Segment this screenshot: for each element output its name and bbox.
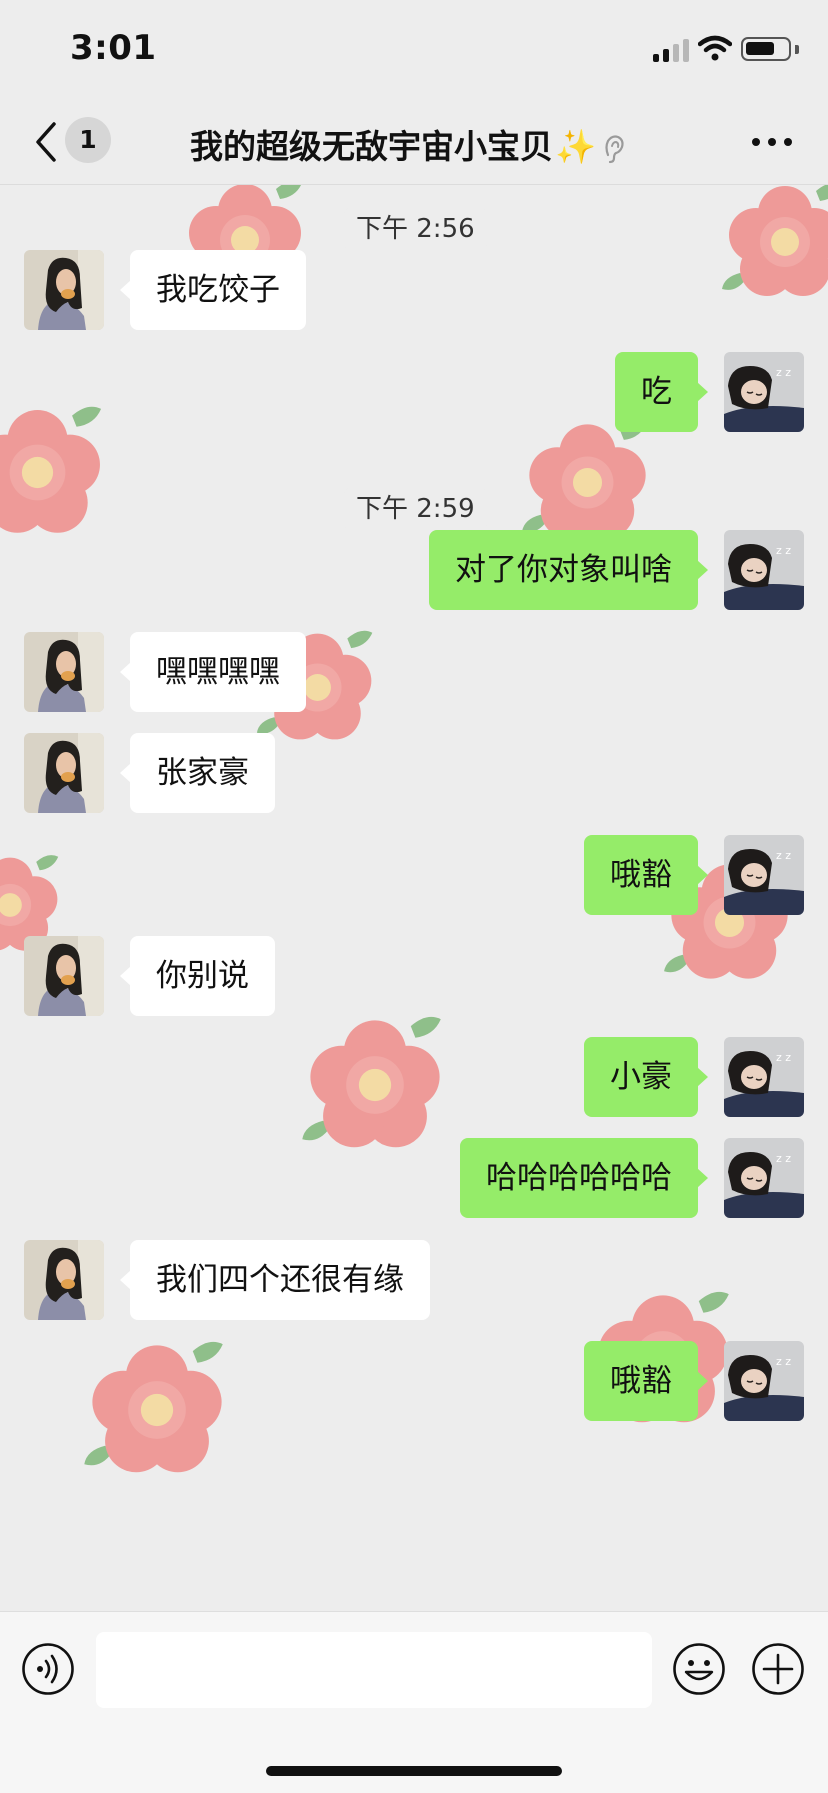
contact-avatar[interactable] bbox=[24, 250, 104, 330]
more-dots-icon[interactable] bbox=[750, 138, 794, 150]
message-bubble[interactable]: 哦豁 bbox=[584, 835, 708, 915]
voice-icon[interactable] bbox=[21, 1642, 75, 1696]
unread-count-badge: 1 bbox=[65, 117, 111, 163]
cellular-signal-icon bbox=[653, 38, 689, 62]
wifi-icon bbox=[698, 35, 732, 61]
outgoing-message: 对了你对象叫啥 bbox=[0, 530, 828, 610]
chat-title: 我的超级无敌宇宙小宝贝✨ bbox=[190, 120, 660, 168]
incoming-message: 我们四个还很有缘 bbox=[0, 1240, 828, 1320]
status-time: 3:01 bbox=[70, 28, 157, 68]
contact-avatar[interactable] bbox=[24, 936, 104, 1016]
battery-icon bbox=[741, 37, 791, 61]
outgoing-message: 哦豁 bbox=[0, 835, 828, 915]
nav-bar: 我的超级无敌宇宙小宝贝✨ bbox=[0, 100, 828, 185]
message-input[interactable] bbox=[96, 1632, 652, 1708]
ear-muted-icon bbox=[605, 134, 624, 163]
outgoing-message: 哈哈哈哈哈哈 bbox=[0, 1138, 828, 1218]
incoming-message: 我吃饺子 bbox=[0, 250, 828, 330]
message-bubble[interactable]: 张家豪 bbox=[120, 733, 275, 813]
plus-circle-icon[interactable] bbox=[751, 1642, 805, 1696]
message-bubble[interactable]: 我吃饺子 bbox=[120, 250, 306, 330]
message-bubble[interactable]: 对了你对象叫啥 bbox=[429, 530, 708, 610]
my-avatar[interactable] bbox=[724, 1037, 804, 1117]
input-bar bbox=[0, 1611, 828, 1793]
outgoing-message: 哦豁 bbox=[0, 1341, 828, 1421]
outgoing-message: 吃 bbox=[0, 352, 828, 432]
incoming-message: 张家豪 bbox=[0, 733, 828, 813]
contact-avatar[interactable] bbox=[24, 1240, 104, 1320]
home-indicator bbox=[266, 1766, 562, 1776]
timestamp-label: 下午 2:56 bbox=[344, 207, 487, 251]
message-bubble[interactable]: 你别说 bbox=[120, 936, 275, 1016]
timestamp-label: 下午 2:59 bbox=[344, 487, 487, 531]
my-avatar[interactable] bbox=[724, 835, 804, 915]
message-bubble[interactable]: 吃 bbox=[615, 352, 708, 432]
my-avatar[interactable] bbox=[724, 1341, 804, 1421]
incoming-message: 你别说 bbox=[0, 936, 828, 1016]
message-bubble[interactable]: 我们四个还很有缘 bbox=[120, 1240, 430, 1320]
status-bar: 3:01 bbox=[0, 0, 828, 100]
chat-history[interactable]: z z 下午 2:56我吃饺子吃下午 2:59对了你对象叫啥嘿嘿嘿嘿张家豪哦豁你… bbox=[0, 185, 828, 1611]
message-bubble[interactable]: 嘿嘿嘿嘿 bbox=[120, 632, 306, 712]
my-avatar[interactable] bbox=[724, 1138, 804, 1218]
incoming-message: 嘿嘿嘿嘿 bbox=[0, 632, 828, 712]
message-bubble[interactable]: 哈哈哈哈哈哈 bbox=[460, 1138, 708, 1218]
battery-tip bbox=[795, 45, 799, 54]
my-avatar[interactable] bbox=[724, 530, 804, 610]
message-bubble[interactable]: 哦豁 bbox=[584, 1341, 708, 1421]
emoji-icon[interactable] bbox=[672, 1642, 726, 1696]
sparkles-emoji: ✨ bbox=[555, 127, 597, 166]
contact-avatar[interactable] bbox=[24, 733, 104, 813]
chat-title-text: 我的超级无敌宇宙小宝贝 bbox=[190, 127, 553, 166]
my-avatar[interactable] bbox=[724, 352, 804, 432]
chevron-left-icon[interactable] bbox=[26, 118, 66, 166]
outgoing-message: 小豪 bbox=[0, 1037, 828, 1117]
message-bubble[interactable]: 小豪 bbox=[584, 1037, 708, 1117]
contact-avatar[interactable] bbox=[24, 632, 104, 712]
